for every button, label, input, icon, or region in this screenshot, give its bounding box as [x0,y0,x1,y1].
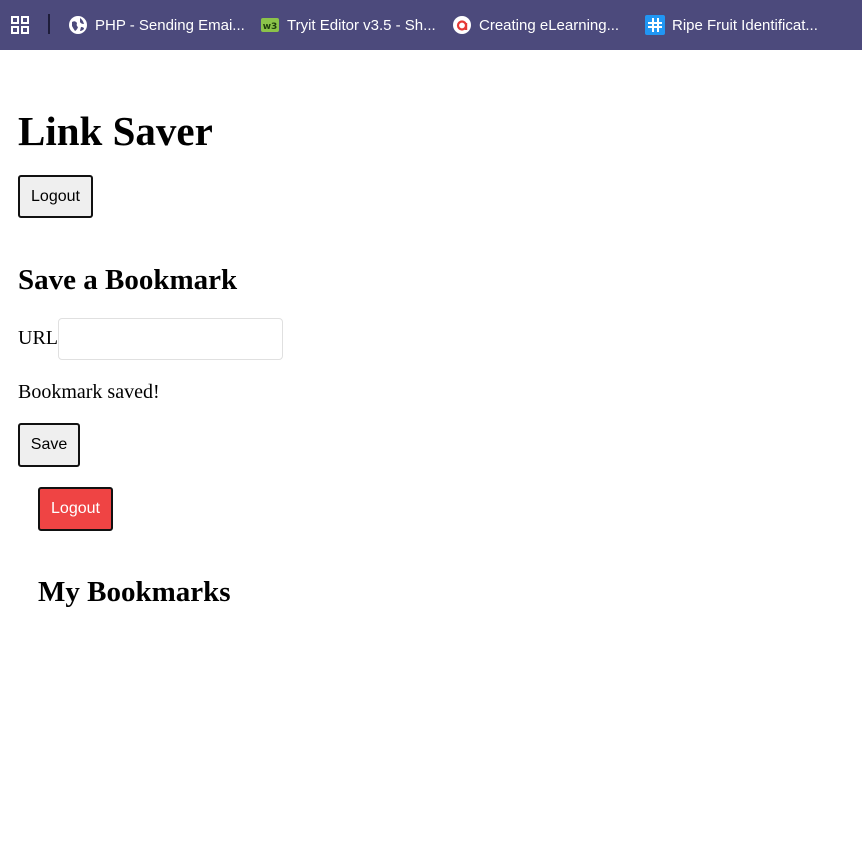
my-bookmarks-heading: My Bookmarks [38,576,231,608]
w3schools-icon: w3 [261,18,279,32]
apps-grid-icon[interactable] [11,16,29,34]
url-label: URL [18,327,58,349]
bookmark-label: Creating eLearning... [479,16,620,34]
save-button[interactable]: Save [18,423,80,467]
save-bookmark-heading: Save a Bookmark [18,264,238,296]
logout-button[interactable]: Logout [18,175,93,218]
bookmark-ripe-fruit-identification[interactable]: Ripe Fruit Identificat... [645,0,818,50]
url-input[interactable] [58,318,283,360]
bookmarks-bar-divider [48,14,50,34]
bookmark-creating-elearning[interactable]: Creating eLearning... [452,0,619,50]
page-title: Link Saver [18,108,213,154]
hashnode-icon [645,15,665,35]
bookmarks-bar: PHP - Sending Emai... w3 Tryit Editor v3… [0,0,862,50]
status-message: Bookmark saved! [18,381,160,403]
svg-text:w3: w3 [263,22,278,32]
globe-icon [69,16,87,34]
bookmark-tryit-editor[interactable]: w3 Tryit Editor v3.5 - Sh... [260,0,436,50]
bookmark-label: Ripe Fruit Identificat... [672,16,818,34]
bookmark-php-sending-email[interactable]: PHP - Sending Emai... [68,0,245,50]
bookmark-label: PHP - Sending Emai... [95,16,245,34]
articulate-icon [453,16,471,34]
bookmark-label: Tryit Editor v3.5 - Sh... [287,16,436,34]
logout-red-button[interactable]: Logout [38,487,113,531]
